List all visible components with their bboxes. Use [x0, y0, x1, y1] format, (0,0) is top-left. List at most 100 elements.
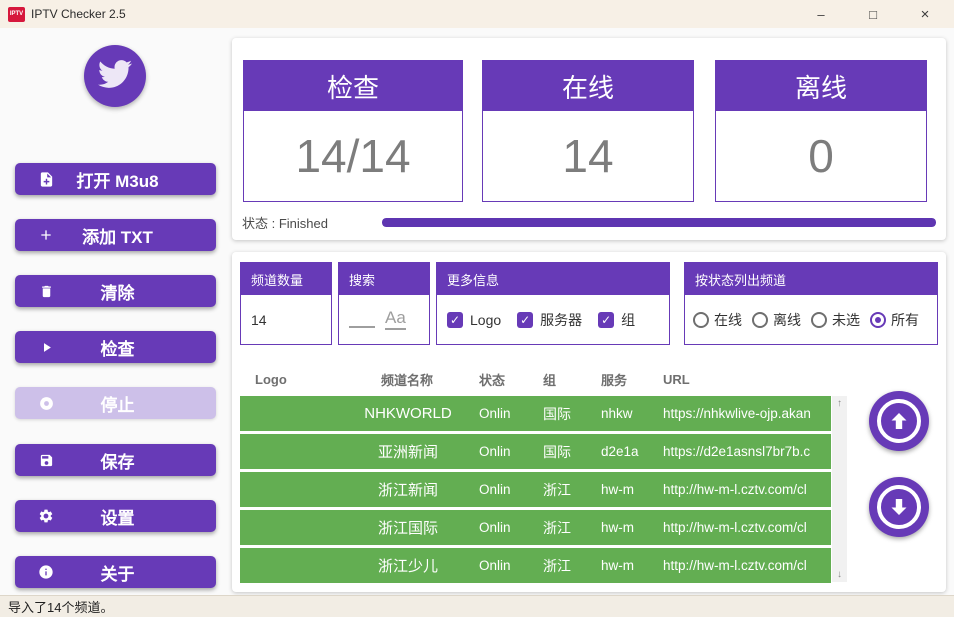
cell-status: Onlin	[479, 558, 543, 573]
table-row[interactable]: NHKWORLD Onlin 国际 nhkw https://nhkwlive-…	[240, 396, 831, 431]
check-button[interactable]: 检查	[15, 331, 216, 363]
radio-unchecked-circle	[811, 312, 827, 328]
statusbar-text: 导入了14个频道。	[8, 597, 113, 616]
cell-group: 国际	[543, 404, 601, 424]
trash-icon	[35, 280, 57, 302]
stop-icon	[35, 392, 57, 414]
title-bar: IPTV IPTV Checker 2.5 – □ ×	[0, 0, 954, 28]
about-button[interactable]: 关于	[15, 556, 216, 588]
checkbox-server-label: 服务器	[540, 310, 582, 330]
radio-offline-circle	[752, 312, 768, 328]
more-info-box: 更多信息 ✓ Logo ✓ 服务器 ✓ 组	[436, 262, 670, 345]
status-label: 状态 : Finished	[242, 213, 382, 232]
save-icon	[35, 449, 57, 471]
twitter-link[interactable]	[84, 45, 146, 107]
checkbox-logo[interactable]: ✓ Logo	[447, 312, 501, 328]
stop-button[interactable]: 停止	[15, 387, 216, 419]
col-server: 服务	[601, 370, 663, 389]
cell-name: 亚洲新闻	[343, 441, 479, 462]
channel-count-label: 频道数量	[241, 263, 331, 295]
checkbox-group[interactable]: ✓ 组	[598, 310, 635, 330]
window-title: IPTV Checker 2.5	[31, 7, 126, 21]
settings-button[interactable]: 设置	[15, 500, 216, 532]
add-txt-button[interactable]: 添加 TXT	[15, 219, 216, 251]
add-txt-label: 添加 TXT	[57, 223, 178, 248]
save-label: 保存	[57, 448, 178, 473]
checkbox-server-icon: ✓	[517, 312, 533, 328]
checkbox-logo-label: Logo	[470, 312, 501, 328]
stats-panel: 检查 14/14 在线 14 离线 0 状态 : Finished	[232, 38, 946, 240]
status-row: 状态 : Finished	[242, 213, 936, 232]
table-row[interactable]: 浙江新闻 Onlin 浙江 hw-m http://hw-m-l.cztv.co…	[240, 472, 831, 507]
stat-offline-title: 离线	[716, 61, 926, 111]
progress-fill	[382, 218, 936, 227]
checkbox-logo-icon: ✓	[447, 312, 463, 328]
status-filter-label: 按状态列出频道	[685, 263, 937, 295]
scroll-down-icon[interactable]: ↓	[837, 569, 842, 580]
radio-online[interactable]: 在线	[693, 310, 742, 330]
search-box: 搜索 Aa	[338, 262, 430, 345]
maximize-button[interactable]: □	[864, 7, 882, 22]
table-row[interactable]: 亚洲新闻 Onlin 国际 d2e1a https://d2e1asnsl7br…	[240, 434, 831, 469]
close-button[interactable]: ×	[916, 6, 934, 23]
channel-count-value: 14	[241, 295, 331, 344]
info-icon	[35, 561, 57, 583]
table-header: Logo 频道名称 状态 组 服务 URL	[240, 363, 862, 396]
radio-unchecked[interactable]: 未选	[811, 310, 860, 330]
minimize-button[interactable]: –	[812, 7, 830, 22]
checkbox-server[interactable]: ✓ 服务器	[517, 310, 582, 330]
cell-group: 浙江	[543, 556, 601, 576]
clear-label: 清除	[57, 279, 178, 304]
plus-icon	[35, 224, 57, 246]
search-input[interactable]	[349, 312, 375, 328]
cell-name: 浙江少儿	[343, 555, 479, 576]
checkbox-group-label: 组	[621, 310, 635, 330]
channel-table: Logo 频道名称 状态 组 服务 URL NHKWORLD Onlin 国际 …	[240, 363, 862, 586]
cell-server: nhkw	[601, 406, 663, 421]
window-controls: – □ ×	[812, 6, 946, 23]
cell-name: 浙江国际	[343, 517, 479, 538]
cell-server: hw-m	[601, 558, 663, 573]
gear-icon	[35, 505, 57, 527]
col-name: 频道名称	[343, 370, 479, 389]
open-m3u8-button[interactable]: 打开 M3u8	[15, 163, 216, 195]
table-row[interactable]: 浙江少儿 Onlin 浙江 hw-m http://hw-m-l.cztv.co…	[240, 548, 831, 583]
stat-online-value: 14	[483, 111, 693, 201]
scroll-to-bottom-button[interactable]	[869, 477, 929, 537]
cell-status: Onlin	[479, 406, 543, 421]
cell-group: 国际	[543, 442, 601, 462]
cell-group: 浙江	[543, 480, 601, 500]
cell-url: http://hw-m-l.cztv.com/cl	[663, 482, 831, 497]
radio-all-label: 所有	[891, 310, 919, 330]
table-scrollbar[interactable]: ↑ ↓	[832, 396, 847, 582]
cell-server: hw-m	[601, 520, 663, 535]
col-status: 状态	[479, 370, 543, 389]
radio-online-label: 在线	[714, 310, 742, 330]
progress-bar	[382, 218, 936, 227]
arrow-up-icon	[877, 399, 921, 443]
radio-offline-label: 离线	[773, 310, 801, 330]
cell-status: Onlin	[479, 482, 543, 497]
app-logo-icon: IPTV	[8, 7, 25, 22]
scroll-up-icon[interactable]: ↑	[837, 398, 842, 409]
twitter-bird-icon	[98, 57, 132, 96]
clear-button[interactable]: 清除	[15, 275, 216, 307]
stat-card-offline: 离线 0	[715, 60, 927, 202]
channels-panel: 频道数量 14 搜索 Aa 更多信息 ✓ Logo ✓ 服务器 ✓ 组 按状态列	[232, 252, 946, 592]
col-group: 组	[543, 370, 601, 389]
about-label: 关于	[57, 560, 178, 585]
radio-all[interactable]: 所有	[870, 310, 919, 330]
cell-name: NHKWORLD	[343, 405, 479, 422]
radio-offline[interactable]: 离线	[752, 310, 801, 330]
table-row[interactable]: 浙江国际 Onlin 浙江 hw-m http://hw-m-l.cztv.co…	[240, 510, 831, 545]
save-button[interactable]: 保存	[15, 444, 216, 476]
cell-url: http://hw-m-l.cztv.com/cl	[663, 520, 831, 535]
match-case-toggle[interactable]: Aa	[385, 309, 406, 330]
cell-url: https://d2e1asnsl7br7b.c	[663, 444, 831, 459]
radio-online-circle	[693, 312, 709, 328]
play-icon	[35, 336, 57, 358]
stat-checked-title: 检查	[244, 61, 462, 111]
sidebar: 打开 M3u8 添加 TXT 清除 检查 停止 保存 设置 关于	[0, 28, 230, 595]
scroll-to-top-button[interactable]	[869, 391, 929, 451]
status-bar: 导入了14个频道。	[0, 595, 954, 617]
